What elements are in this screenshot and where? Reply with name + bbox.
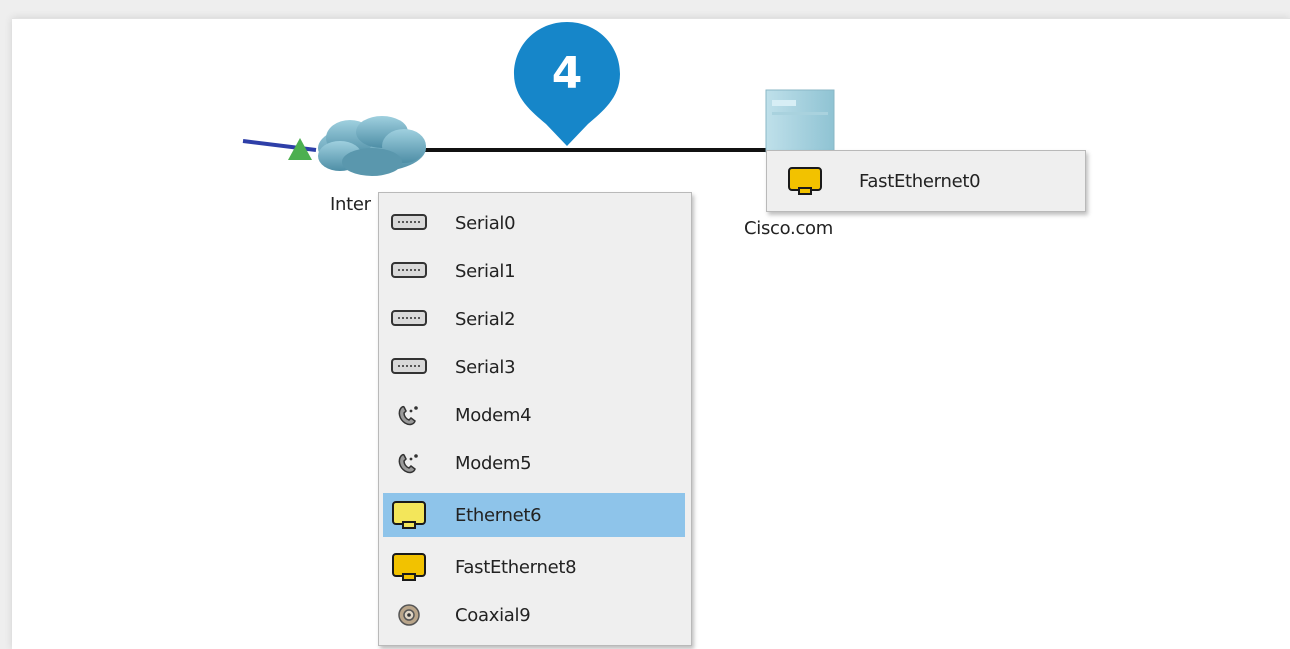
menu-item-label: FastEthernet8 — [455, 556, 577, 578]
modem-port-icon — [389, 400, 429, 430]
menu-item-label: Modem4 — [455, 404, 532, 426]
menu-item-coaxial9[interactable]: Coaxial9 — [383, 593, 685, 637]
menu-item-label: Serial0 — [455, 212, 516, 234]
modem-port-icon — [389, 448, 429, 478]
menu-item-modem4[interactable]: Modem4 — [383, 393, 685, 437]
menu-item-label: FastEthernet0 — [859, 170, 981, 192]
menu-item-label: Serial3 — [455, 356, 516, 378]
ethernet-port-icon — [785, 166, 825, 196]
serial-port-icon — [389, 304, 429, 334]
menu-item-ethernet6[interactable]: Ethernet6 — [383, 493, 685, 537]
cloud-icon[interactable] — [318, 116, 426, 176]
menu-item-label: Serial2 — [455, 308, 516, 330]
internet-label: Inter — [330, 194, 371, 215]
menu-item-serial3[interactable]: Serial3 — [383, 345, 685, 389]
step-number: 4 — [551, 48, 583, 99]
menu-item-label: Serial1 — [455, 260, 516, 282]
menu-item-fastethernet8[interactable]: FastEthernet8 — [383, 545, 685, 589]
server-icon[interactable] — [765, 89, 835, 153]
ethernet-port-icon — [389, 500, 429, 530]
menu-item-serial2[interactable]: Serial2 — [383, 297, 685, 341]
menu-item-serial0[interactable]: Serial0 — [383, 201, 685, 245]
menu-item-label: Ethernet6 — [455, 504, 542, 526]
port-selection-menu: Serial0 Serial1 Serial2 Serial3 Modem4 M… — [378, 192, 692, 646]
server-label: Cisco.com — [744, 218, 834, 239]
menu-item-label: Modem5 — [455, 452, 532, 474]
menu-item-serial1[interactable]: Serial1 — [383, 249, 685, 293]
menu-item-fastethernet0[interactable]: FastEthernet0 — [771, 159, 1079, 203]
coaxial-port-icon — [389, 600, 429, 630]
menu-item-modem5[interactable]: Modem5 — [383, 441, 685, 485]
serial-port-icon — [389, 256, 429, 286]
serial-port-icon — [389, 208, 429, 238]
ethernet-port-icon — [389, 552, 429, 582]
server-port-menu: FastEthernet0 — [766, 150, 1086, 212]
menu-item-label: Coaxial9 — [455, 604, 531, 626]
serial-port-icon — [389, 352, 429, 382]
